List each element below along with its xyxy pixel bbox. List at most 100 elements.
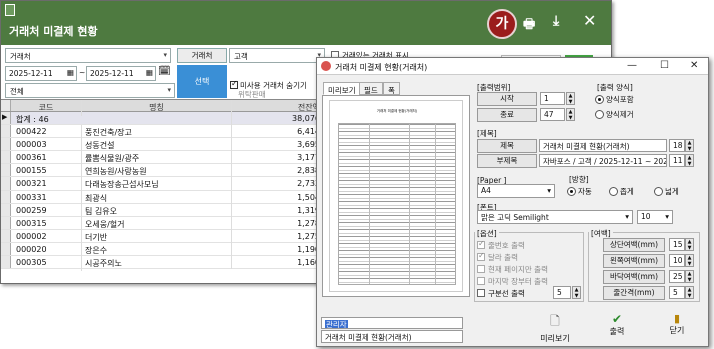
orientation-auto-radio[interactable] <box>567 187 576 196</box>
date-to-field[interactable]: 2025-12-11 ▦ <box>86 66 156 81</box>
dialog-title: 거래처 미결제 현황(거래처) <box>335 63 428 72</box>
preview-panel[interactable]: 거래처 미결제 현황(거래처) <box>322 95 470 297</box>
customer-type-select[interactable]: 고객 ▾ <box>229 48 325 63</box>
calendar-icon[interactable]: ▦ <box>146 68 153 77</box>
table-body: ▶ 합계 : 46 38,076 000422 풍진건축/장고 6,414 000003 성동… <box>1 112 323 272</box>
close-icon[interactable]: ✕ <box>583 11 596 30</box>
end-input[interactable]: 47 <box>540 108 565 121</box>
divider-checkbox[interactable] <box>477 289 485 297</box>
tab-preview[interactable]: 미리보기 <box>323 82 361 95</box>
end-button[interactable]: 종료 <box>477 108 537 122</box>
minimize-icon[interactable]: — <box>627 60 637 71</box>
subtitle-button[interactable]: 부제목 <box>477 154 537 168</box>
heading-label: [제목] <box>475 128 499 139</box>
style-include-label: 양식포함 <box>606 95 634 104</box>
start-input[interactable]: 1 <box>540 92 565 105</box>
line-spacing-input[interactable]: 5 <box>669 286 685 299</box>
preview-table-line <box>339 260 455 262</box>
preview-table-line <box>339 271 455 272</box>
top-margin-input[interactable]: 15 <box>669 238 685 251</box>
hide-unused-checkbox[interactable]: ✓ <box>230 79 238 89</box>
table-row[interactable]: 000155 연희농원/사랑농원 2,838 <box>1 164 323 180</box>
font-select[interactable]: 맑은 고딕 Semilight ▾ <box>477 210 633 224</box>
line-spacing-spinner[interactable]: ▲ ▼ <box>685 286 694 299</box>
table-row[interactable]: 000331 최광식 1,504 <box>1 190 323 206</box>
table-row[interactable]: 000002 더기반 1,275 <box>1 229 323 245</box>
printer-icon[interactable]: 🖶 <box>523 15 535 37</box>
calendar-range-icon[interactable]: 🗓 <box>158 66 172 81</box>
preview-table-line <box>339 131 455 132</box>
subtitle-size-spinner[interactable]: ▲ ▼ <box>685 154 694 167</box>
bottom-margin-input[interactable]: 25 <box>669 270 685 283</box>
orientation-narrow-radio[interactable] <box>609 187 618 196</box>
top-margin-spinner[interactable]: ▲ ▼ <box>685 238 694 251</box>
top-margin-button[interactable]: 상단여백(mm) <box>603 238 665 252</box>
divider-spinner[interactable]: ▲ ▼ <box>572 286 581 299</box>
bottom-margin-spinner[interactable]: ▲ ▼ <box>685 270 694 283</box>
cell-name <box>81 112 231 116</box>
scope-select[interactable]: 전체 ▾ <box>5 83 175 98</box>
orientation-auto-label: 자동 <box>578 187 592 196</box>
maximize-icon[interactable]: ☐ <box>660 60 669 71</box>
table-row[interactable]: ▶ 합계 : 46 38,076 <box>1 112 323 126</box>
table-row[interactable]: 000305 시공주의노 1,160 <box>1 256 323 272</box>
dollar-label: 달라 출력 <box>488 253 518 262</box>
preview-table-column <box>435 124 436 284</box>
paper-select[interactable]: A4 ▾ <box>477 184 555 198</box>
left-margin-button[interactable]: 왼쪽여백(mm) <box>603 254 665 268</box>
date-to-value: 2025-12-11 <box>90 69 134 78</box>
tab-width[interactable]: 폭 <box>383 82 400 95</box>
customer-type-value: 고객 <box>234 52 248 61</box>
customer-select[interactable]: 거래처 ▾ <box>5 48 171 63</box>
preview-table-line <box>339 274 455 276</box>
orientation-narrow-label: 좁게 <box>620 187 634 196</box>
style-remove-radio[interactable] <box>595 110 604 119</box>
title-size-input[interactable]: 18 <box>669 139 685 152</box>
preview-table-line <box>339 124 455 125</box>
left-margin-spinner[interactable]: ▲ ▼ <box>685 254 694 267</box>
line-spacing-button[interactable]: 줄간격(mm) <box>603 286 665 300</box>
subtitle-size-input[interactable]: 11 <box>669 154 685 167</box>
title-button[interactable]: 제목 <box>477 139 537 153</box>
end-spinner[interactable]: ▲ ▼ <box>566 108 575 121</box>
table-row[interactable]: 000361 률뽐식물원/광주 3,177 <box>1 151 323 167</box>
preview-button[interactable]: 🗋 미리보기 <box>531 312 579 344</box>
preview-table-line <box>339 204 455 206</box>
cell-code: 000361 <box>16 153 47 163</box>
start-button[interactable]: 시작 <box>477 92 537 106</box>
font-size-select[interactable]: 10 ▾ <box>637 210 673 224</box>
table-row[interactable]: 000259 팀 김유오 1,319 <box>1 203 323 219</box>
user-avatar[interactable]: 가 <box>487 9 517 39</box>
tab-fields[interactable]: 필드 <box>359 82 383 95</box>
table-row[interactable]: 000020 장은수 1,190 <box>1 242 323 258</box>
download-icon[interactable]: ⤓ <box>553 13 559 29</box>
preview-table-line <box>339 239 455 241</box>
left-margin-input[interactable]: 10 <box>669 254 685 267</box>
row-indicator <box>1 164 11 177</box>
table-row[interactable]: 000321 다래농장송근섭사모님 2,733 <box>1 177 323 193</box>
row-indicator <box>1 138 11 151</box>
print-button[interactable]: ✔ 출력 <box>597 312 637 344</box>
table-row[interactable]: 000003 성동건설 3,695 <box>1 138 323 154</box>
current-page-checkbox <box>477 265 485 273</box>
row-indicator-header <box>1 100 11 111</box>
table-row[interactable]: 000315 오세웅/헐거 1,278 <box>1 216 323 232</box>
bottom-margin-button[interactable]: 바닥여백(mm) <box>603 270 665 284</box>
date-from-field[interactable]: 2025-12-11 ▦ <box>5 66 77 81</box>
divider-input[interactable]: 5 <box>553 286 571 299</box>
title-size-spinner[interactable]: ▲ ▼ <box>685 139 694 152</box>
orientation-label: [방향] <box>567 174 591 185</box>
close-icon[interactable]: ✕ <box>690 60 698 71</box>
orientation-wide-radio[interactable] <box>654 187 663 196</box>
style-include-radio[interactable] <box>595 95 604 104</box>
close-button[interactable]: ▮ 닫기 <box>657 312 697 344</box>
preview-table-line <box>339 201 455 202</box>
title-input[interactable]: 거래처 미결제 현황(거래처) <box>539 139 667 152</box>
table-row[interactable]: 000422 풍진건축/장고 6,414 <box>1 125 323 141</box>
cell-balance: 6,414 <box>231 125 323 139</box>
calendar-icon[interactable]: ▦ <box>67 68 74 77</box>
check-icon: ✓ <box>231 79 238 88</box>
subtitle-input[interactable]: 자바포스 / 고객 / 2025-12-11 ~ 2025-12-11 <box>539 154 667 167</box>
select-button[interactable]: 선택 <box>177 65 227 98</box>
start-spinner[interactable]: ▲ ▼ <box>566 92 575 105</box>
